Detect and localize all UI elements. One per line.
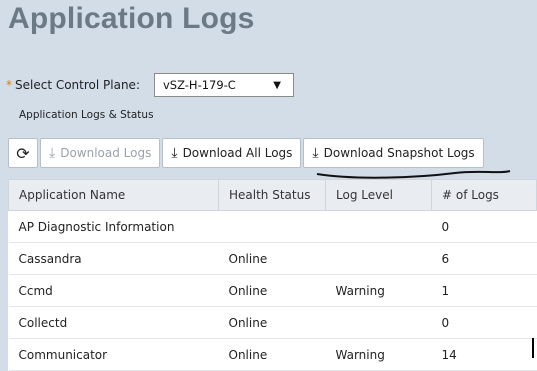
control-plane-select[interactable]: vSZ-H-179-C ▼	[153, 73, 294, 97]
download-all-logs-button[interactable]: ⤓ Download All Logs	[162, 138, 302, 168]
log-count-link[interactable]: 6	[431, 242, 537, 275]
table-row[interactable]: Ccmd Online Warning 1	[8, 274, 537, 307]
table-row[interactable]: Communicator Online Warning 14	[8, 338, 537, 371]
log-level-cell	[325, 242, 432, 275]
download-icon: ⤓	[312, 145, 319, 161]
refresh-icon: ⟳	[16, 143, 30, 163]
page-title: Application Logs	[8, 2, 255, 35]
application-logs-table: Application Name Health Status Log Level…	[8, 179, 537, 371]
log-level-cell	[325, 210, 432, 243]
table-header-row: Application Name Health Status Log Level…	[8, 179, 537, 211]
application-name-cell: Cassandra	[8, 242, 219, 275]
log-level-cell	[325, 306, 432, 339]
download-logs-button[interactable]: ⤓ Download Logs	[40, 138, 161, 168]
download-snapshot-logs-button[interactable]: ⤓ Download Snapshot Logs	[303, 138, 484, 168]
text-cursor	[532, 338, 534, 358]
health-status-cell: Online	[218, 242, 326, 275]
health-status-cell: Online	[218, 338, 326, 371]
health-status-cell: Online	[218, 306, 326, 339]
application-name-cell: Communicator	[8, 338, 219, 371]
section-subheading: Application Logs & Status	[19, 109, 154, 121]
table-row[interactable]: Collectd Online 0	[8, 306, 537, 339]
triangle-down-icon: ▼	[273, 79, 281, 91]
download-snapshot-logs-label: Download Snapshot Logs	[323, 146, 475, 160]
column-header-log-level[interactable]: Log Level	[325, 179, 432, 211]
log-count-link[interactable]: 14	[431, 338, 537, 371]
control-plane-selected-value: vSZ-H-179-C	[162, 78, 236, 92]
application-name-cell: Collectd	[8, 306, 219, 339]
toolbar: ⟳ ⤓ Download Logs ⤓ Download All Logs ⤓ …	[8, 138, 484, 168]
control-plane-row: * Select Control Plane: vSZ-H-179-C ▼	[6, 73, 294, 97]
column-header-log-count[interactable]: # of Logs	[431, 179, 537, 211]
health-status-cell: Online	[218, 274, 326, 307]
health-status-cell	[218, 210, 326, 243]
log-level-cell: Warning	[325, 338, 432, 371]
log-count-link[interactable]: 1	[431, 274, 537, 307]
download-logs-label: Download Logs	[60, 146, 152, 160]
application-name-cell: Ccmd	[8, 274, 219, 307]
log-count-cell: 0	[431, 210, 537, 243]
column-header-application-name[interactable]: Application Name	[8, 179, 219, 211]
download-all-logs-label: Download All Logs	[182, 146, 293, 160]
log-count-cell: 0	[431, 306, 537, 339]
application-name-cell: AP Diagnostic Information	[8, 210, 219, 243]
download-icon: ⤓	[171, 145, 178, 161]
control-plane-label: Select Control Plane:	[15, 78, 140, 92]
column-header-health-status[interactable]: Health Status	[218, 179, 326, 211]
download-icon: ⤓	[49, 145, 56, 161]
table-row[interactable]: Cassandra Online 6	[8, 242, 537, 275]
required-marker: *	[6, 78, 12, 92]
log-level-cell: Warning	[325, 274, 432, 307]
refresh-button[interactable]: ⟳	[8, 138, 38, 168]
table-row[interactable]: AP Diagnostic Information 0	[8, 210, 537, 243]
